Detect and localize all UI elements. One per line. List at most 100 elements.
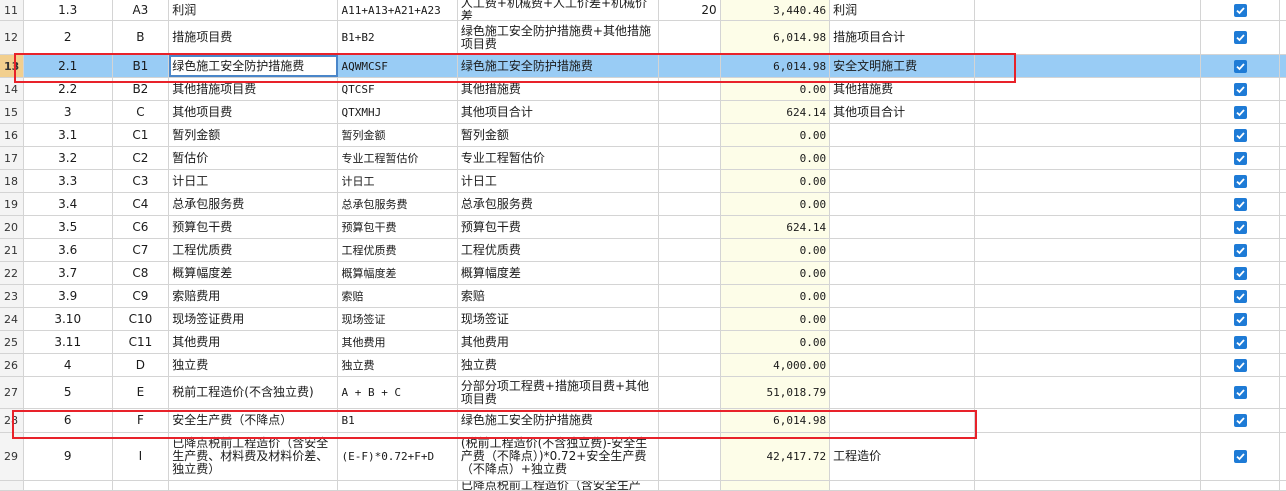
checkbox-checked-icon[interactable] — [1233, 414, 1247, 427]
table-row[interactable]: 13 2.1 B1 绿色施工安全防护措施费 AQWMCSF 绿色施工安全防护措施费 6,01… — [0, 55, 1286, 78]
item-number[interactable]: 9 — [24, 433, 113, 480]
base-description[interactable]: (税前工程造价(不含独立费)-安全生产费（不降点）)*0.72+安全生产费（不降… — [458, 433, 659, 480]
rate[interactable] — [659, 170, 721, 192]
table-row[interactable]: 20 3.5 C6 预算包干费 预算包干费 预算包干费 624.14 — [0, 216, 1286, 239]
filler-cell[interactable] — [1280, 308, 1286, 330]
base-description[interactable]: 绿色施工安全防护措施费 — [458, 55, 659, 77]
amount[interactable]: 0.00 — [720, 170, 831, 192]
fee-category[interactable] — [830, 239, 976, 261]
fee-code[interactable]: C1 — [113, 124, 170, 146]
calc-base[interactable]: 预算包干费 — [338, 216, 458, 238]
rate[interactable] — [659, 55, 721, 77]
calc-base[interactable]: (E-F)*0.72+F+D — [338, 433, 458, 480]
rate[interactable] — [659, 239, 721, 261]
rate[interactable] — [659, 193, 721, 215]
table-row[interactable]: 17 3.2 C2 暂估价 专业工程暂估价 专业工程暂估价 0.00 — [0, 147, 1286, 170]
fee-category[interactable] — [830, 331, 976, 353]
item-number[interactable]: 3.4 — [24, 193, 113, 215]
item-number[interactable]: 4 — [24, 354, 113, 376]
remark-cell[interactable] — [975, 285, 1202, 307]
fee-category[interactable] — [830, 308, 976, 330]
amount[interactable]: 0.00 — [720, 193, 831, 215]
base-description[interactable]: 其他费用 — [458, 331, 659, 353]
filler-cell[interactable] — [1280, 170, 1286, 192]
fee-name[interactable]: 独立费 — [169, 354, 339, 376]
item-number[interactable]: 5 — [24, 377, 113, 408]
filler-cell[interactable] — [1280, 147, 1286, 169]
table-row[interactable]: 19 3.4 C4 总承包服务费 总承包服务费 总承包服务费 0.00 — [0, 193, 1286, 216]
amount[interactable]: 0.00 — [720, 239, 831, 261]
amount[interactable]: 51,018.79 — [720, 377, 831, 408]
output-checkbox-cell[interactable] — [1201, 147, 1280, 169]
calc-base[interactable]: AQWMCSF — [338, 55, 458, 77]
table-row[interactable]: 23 3.9 C9 索赔费用 索赔 索赔 0.00 — [0, 285, 1286, 308]
fee-category[interactable] — [830, 377, 976, 408]
fee-category[interactable]: 利润 — [830, 0, 976, 20]
item-number[interactable]: 3.9 — [24, 285, 113, 307]
filler-cell[interactable] — [1280, 101, 1286, 123]
item-number[interactable]: 3.11 — [24, 331, 113, 353]
filler-cell[interactable] — [1280, 124, 1286, 146]
base-description[interactable]: 分部分项工程费+措施项目费+其他项目费 — [458, 377, 659, 408]
fee-code[interactable]: C6 — [113, 216, 170, 238]
table-row[interactable]: 已降点税前工程造价（含安全生产 — [0, 481, 1286, 491]
rate[interactable] — [659, 262, 721, 284]
item-number[interactable]: 3.6 — [24, 239, 113, 261]
fee-code[interactable]: F — [113, 409, 170, 432]
calc-base[interactable]: 索赔 — [338, 285, 458, 307]
rate[interactable] — [659, 216, 721, 238]
checkbox-checked-icon[interactable] — [1233, 289, 1247, 303]
remark-cell[interactable] — [975, 170, 1202, 192]
calc-base[interactable]: 其他费用 — [338, 331, 458, 353]
base-description[interactable]: 工程优质费 — [458, 239, 659, 261]
base-description[interactable]: 概算幅度差 — [458, 262, 659, 284]
remark-cell[interactable] — [975, 124, 1202, 146]
rate[interactable] — [659, 481, 721, 490]
item-number[interactable] — [24, 481, 113, 490]
fee-code[interactable]: B1 — [113, 55, 170, 77]
filler-cell[interactable] — [1280, 78, 1286, 100]
fee-code[interactable]: C10 — [113, 308, 170, 330]
remark-cell[interactable] — [975, 433, 1202, 480]
output-checkbox-cell[interactable] — [1201, 331, 1280, 353]
filler-cell[interactable] — [1280, 216, 1286, 238]
fee-category[interactable] — [830, 481, 976, 490]
fee-category[interactable] — [830, 216, 976, 238]
amount[interactable]: 624.14 — [720, 216, 831, 238]
filler-cell[interactable] — [1280, 21, 1286, 54]
fee-name[interactable]: 暂估价 — [169, 147, 339, 169]
table-row[interactable]: 27 5 E 税前工程造价(不含独立费) A + B + C 分部分项工程费+措施项目费+… — [0, 377, 1286, 409]
item-number[interactable]: 2.1 — [24, 55, 113, 77]
remark-cell[interactable] — [975, 409, 1202, 432]
fee-category[interactable] — [830, 170, 976, 192]
output-checkbox-cell[interactable] — [1201, 124, 1280, 146]
base-description[interactable]: 绿色施工安全防护措施费+其他措施项目费 — [458, 21, 659, 54]
filler-cell[interactable] — [1280, 55, 1286, 77]
base-description[interactable]: 其他措施费 — [458, 78, 659, 100]
checkbox-checked-icon[interactable] — [1233, 174, 1247, 188]
checkbox-checked-icon[interactable] — [1233, 105, 1247, 119]
rate[interactable] — [659, 308, 721, 330]
filler-cell[interactable] — [1280, 0, 1286, 20]
base-description[interactable]: 索赔 — [458, 285, 659, 307]
filler-cell[interactable] — [1280, 331, 1286, 353]
table-row[interactable]: 24 3.10 C10 现场签证费用 现场签证 现场签证 0.00 — [0, 308, 1286, 331]
fee-code[interactable]: I — [113, 433, 170, 480]
remark-cell[interactable] — [975, 55, 1202, 77]
fee-code[interactable]: B — [113, 21, 170, 54]
remark-cell[interactable] — [975, 481, 1202, 490]
checkbox-checked-icon[interactable] — [1233, 3, 1247, 17]
fee-name[interactable]: 绿色施工安全防护措施费 — [169, 55, 339, 77]
output-checkbox-cell[interactable] — [1201, 285, 1280, 307]
remark-cell[interactable] — [975, 216, 1202, 238]
calc-base[interactable]: 工程优质费 — [338, 239, 458, 261]
fee-code[interactable]: C4 — [113, 193, 170, 215]
rate[interactable]: 20 — [659, 0, 721, 20]
fee-name[interactable] — [169, 481, 339, 490]
amount[interactable]: 6,014.98 — [720, 409, 831, 432]
calc-base[interactable] — [338, 481, 458, 490]
calc-base[interactable]: 专业工程暂估价 — [338, 147, 458, 169]
fee-code[interactable]: C2 — [113, 147, 170, 169]
table-row[interactable]: 14 2.2 B2 其他措施项目费 QTCSF 其他措施费 0.00 其他措施费 — [0, 78, 1286, 101]
item-number[interactable]: 3.3 — [24, 170, 113, 192]
